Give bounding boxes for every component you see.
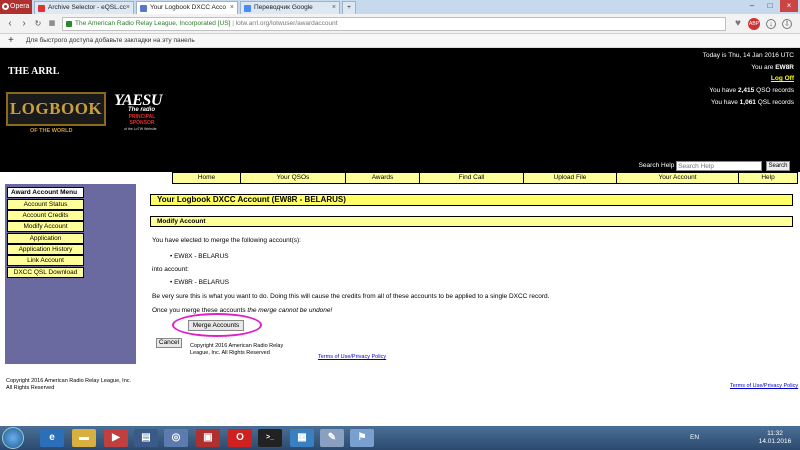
footer-copyright: Copyright 2016 American Radio Relay Leag…: [6, 378, 132, 391]
logo-world-text: OF THE WORLD: [30, 128, 73, 134]
into-label: into account:: [152, 266, 189, 273]
clock[interactable]: 11:32 14.01.2016: [755, 430, 795, 446]
top-navigation: Home Your QSOs Awards Find Call Upload F…: [172, 172, 798, 184]
logo-arrl-text: THE ARRL: [8, 66, 60, 77]
sponsor-tagline: The radio: [128, 107, 156, 113]
back-icon[interactable]: ‹: [4, 18, 16, 30]
app-icon[interactable]: ✎: [320, 429, 344, 447]
close-icon[interactable]: ×: [230, 2, 234, 14]
bookmarks-bar: + Для быстрого доступа добавьте закладки…: [0, 34, 800, 48]
callsign: EW8R: [775, 63, 794, 71]
user-line: You are EW8R: [751, 63, 794, 71]
ie-icon[interactable]: e: [40, 429, 64, 447]
user-info-panel: Today is Thu, 14 Jan 2016 UTC You are EW…: [594, 50, 794, 109]
merge-accounts-button[interactable]: Merge Accounts: [188, 320, 244, 331]
sidebar-item-link-account[interactable]: Link Account: [7, 255, 84, 266]
heart-icon[interactable]: ♥: [732, 18, 744, 30]
app-icon[interactable]: ▤: [134, 429, 158, 447]
translate-favicon-icon: [244, 5, 251, 12]
minimize-icon[interactable]: –: [744, 0, 760, 12]
sidebar-item-dxcc-qsl-download[interactable]: DXCC QSL Download: [7, 267, 84, 278]
extension-icon[interactable]: ↓: [766, 19, 776, 29]
qso-line: You have 2,415 QSO records: [709, 87, 794, 95]
app-icon[interactable]: ⚑: [350, 429, 374, 447]
qsl-line: You have 1,061 QSL records: [710, 98, 794, 106]
speed-dial-icon[interactable]: ▦: [46, 18, 58, 30]
sidebar-item-account-credits[interactable]: Account Credits: [7, 210, 84, 221]
explorer-icon[interactable]: ▬: [72, 429, 96, 447]
nav-upload-file[interactable]: Upload File: [524, 172, 617, 184]
sidebar-item-modify-account[interactable]: Modify Account: [7, 221, 84, 232]
search-help-form: Search Help Search: [639, 160, 790, 172]
download-icon[interactable]: ⇩: [782, 19, 792, 29]
inner-terms-link[interactable]: Terms of Use/Privacy Policy: [318, 354, 386, 360]
eqsl-favicon-icon: [38, 5, 45, 12]
start-button[interactable]: [2, 427, 24, 449]
media-player-icon[interactable]: ▶: [104, 429, 128, 447]
merge-into-account: • EW8R - BELARUS: [170, 279, 229, 286]
opera-icon: [2, 3, 9, 10]
inner-copyright: Copyright 2016 American Radio Relay Leag…: [190, 343, 284, 356]
terminal-icon[interactable]: >_: [258, 429, 282, 447]
sponsor-small: of the LoTW Website: [124, 127, 157, 131]
forward-icon[interactable]: ›: [18, 18, 30, 30]
lotw-favicon-icon: [140, 5, 147, 12]
nav-find-call[interactable]: Find Call: [420, 172, 524, 184]
search-label: Search Help: [638, 162, 675, 169]
nav-home[interactable]: Home: [173, 172, 241, 184]
section-title: Modify Account: [150, 216, 793, 227]
page-title: Your Logbook DXCC Account (EW8R - BELARU…: [150, 194, 793, 206]
app-icon[interactable]: ◎: [164, 429, 188, 447]
sidebar-title: Award Account Menu: [7, 187, 84, 198]
nav-your-qsos[interactable]: Your QSOs: [241, 172, 346, 184]
maximize-icon[interactable]: □: [762, 0, 778, 12]
plus-icon: +: [347, 4, 351, 11]
sponsor-principal: PRINCIPAL SPONSOR: [128, 114, 156, 126]
navigation-bar: ‹ › ↻ ▦ The American Radio Relay League,…: [0, 14, 800, 34]
nav-your-account[interactable]: Your Account: [617, 172, 739, 184]
sidebar-item-application[interactable]: Application: [7, 233, 84, 244]
new-tab-button[interactable]: +: [342, 1, 356, 14]
close-icon[interactable]: ×: [332, 2, 336, 14]
undo-warning: Once you merge these accounts the merge …: [152, 307, 333, 314]
close-icon[interactable]: ×: [126, 2, 130, 14]
sidebar-item-account-status[interactable]: Account Status: [7, 199, 84, 210]
warning-text: Be very sure this is what you want to do…: [152, 293, 550, 300]
merge-intro-text: You have elected to merge the following …: [152, 237, 301, 244]
opera-menu-button[interactable]: Opera: [0, 0, 32, 14]
nav-awards[interactable]: Awards: [346, 172, 420, 184]
tab-google-translate[interactable]: Переводчик Google ×: [240, 1, 340, 14]
logoff-link[interactable]: Log Off: [771, 75, 794, 82]
app-icon[interactable]: ▦: [290, 429, 314, 447]
cancel-button[interactable]: Cancel: [156, 338, 182, 348]
close-window-icon[interactable]: ×: [780, 0, 798, 12]
reload-icon[interactable]: ↻: [32, 18, 44, 30]
search-input[interactable]: [676, 161, 763, 171]
adblock-icon[interactable]: ABP: [748, 18, 760, 30]
address-bar[interactable]: The American Radio Relay League, Incorpo…: [62, 17, 726, 31]
footer-terms-link[interactable]: Terms of Use/Privacy Policy: [730, 383, 798, 389]
secure-lock-icon: [66, 21, 72, 27]
date-line: Today is Thu, 14 Jan 2016 UTC: [702, 52, 794, 59]
language-indicator[interactable]: EN: [690, 434, 699, 441]
merge-from-account: • EW8X - BELARUS: [170, 253, 229, 260]
search-button[interactable]: Search: [766, 161, 790, 171]
tab-eqsl[interactable]: Archive Selector - eQSL.cc ×: [34, 1, 134, 14]
opera-icon[interactable]: O: [228, 429, 252, 447]
tab-lotw[interactable]: Your Logbook DXCC Acco ×: [136, 1, 238, 14]
add-bookmark-icon[interactable]: +: [8, 34, 14, 48]
sidebar-item-application-history[interactable]: Application History: [7, 244, 84, 255]
logbook-logo[interactable]: LOGBOOK: [6, 92, 106, 126]
app-icon[interactable]: ▣: [196, 429, 220, 447]
nav-help[interactable]: Help: [739, 172, 798, 184]
